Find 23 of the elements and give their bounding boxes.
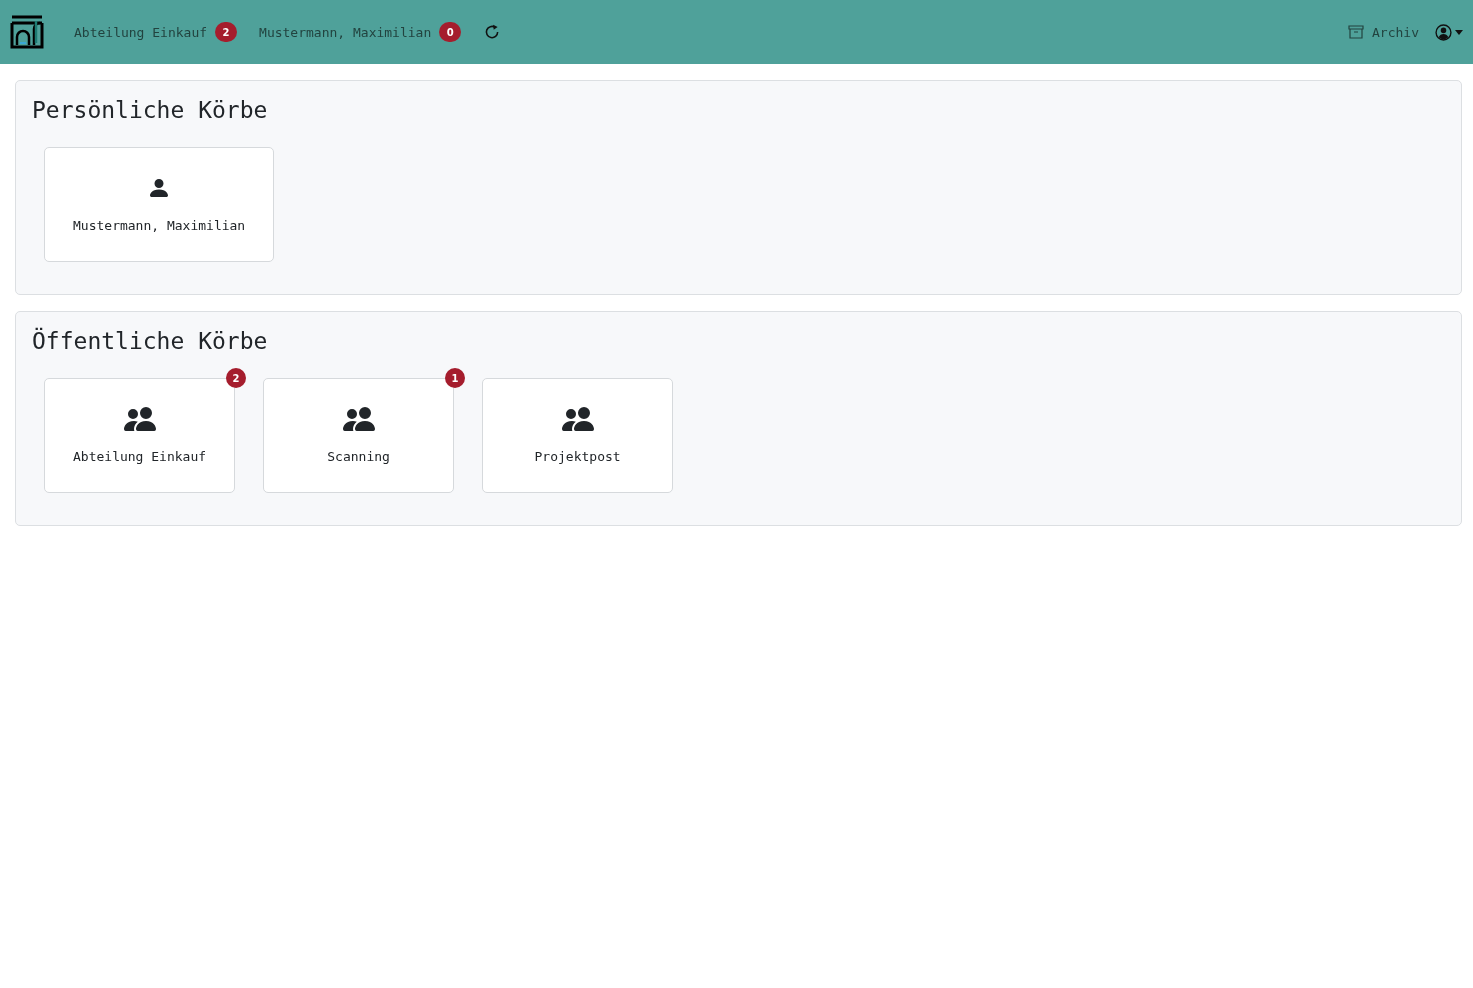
basket-name: Projektpost xyxy=(534,449,621,464)
archive-link[interactable]: Archiv xyxy=(1348,24,1419,40)
basket-name: Mustermann, Maximilian xyxy=(73,218,246,233)
basket-card[interactable]: Projektpost xyxy=(482,378,674,493)
archive-box-icon xyxy=(1348,25,1365,39)
caret-icon xyxy=(1455,29,1463,35)
people-icon xyxy=(342,407,375,431)
count-badge: 2 xyxy=(215,22,238,42)
basket-name: Scanning xyxy=(327,449,390,464)
count-badge: 0 xyxy=(439,22,462,42)
count-badge: 2 xyxy=(226,368,247,388)
nav-link[interactable]: Abteilung Einkauf 2 xyxy=(74,22,238,42)
section-title: Persönliche Körbe xyxy=(32,97,269,123)
user-avatar-icon xyxy=(1435,23,1452,41)
basket-card[interactable]: Mustermann, Maximilian xyxy=(44,147,275,262)
user-menu[interactable] xyxy=(1435,23,1463,41)
people-icon xyxy=(123,407,156,431)
people-icon xyxy=(561,407,594,431)
basket-name: Abteilung Einkauf xyxy=(73,449,207,464)
logo-icon[interactable] xyxy=(10,15,44,49)
count-badge: 1 xyxy=(445,368,466,388)
nav-link[interactable]: Mustermann, Maximilian 0 xyxy=(259,22,462,42)
section-title: Öffentliche Körbe xyxy=(32,328,269,354)
